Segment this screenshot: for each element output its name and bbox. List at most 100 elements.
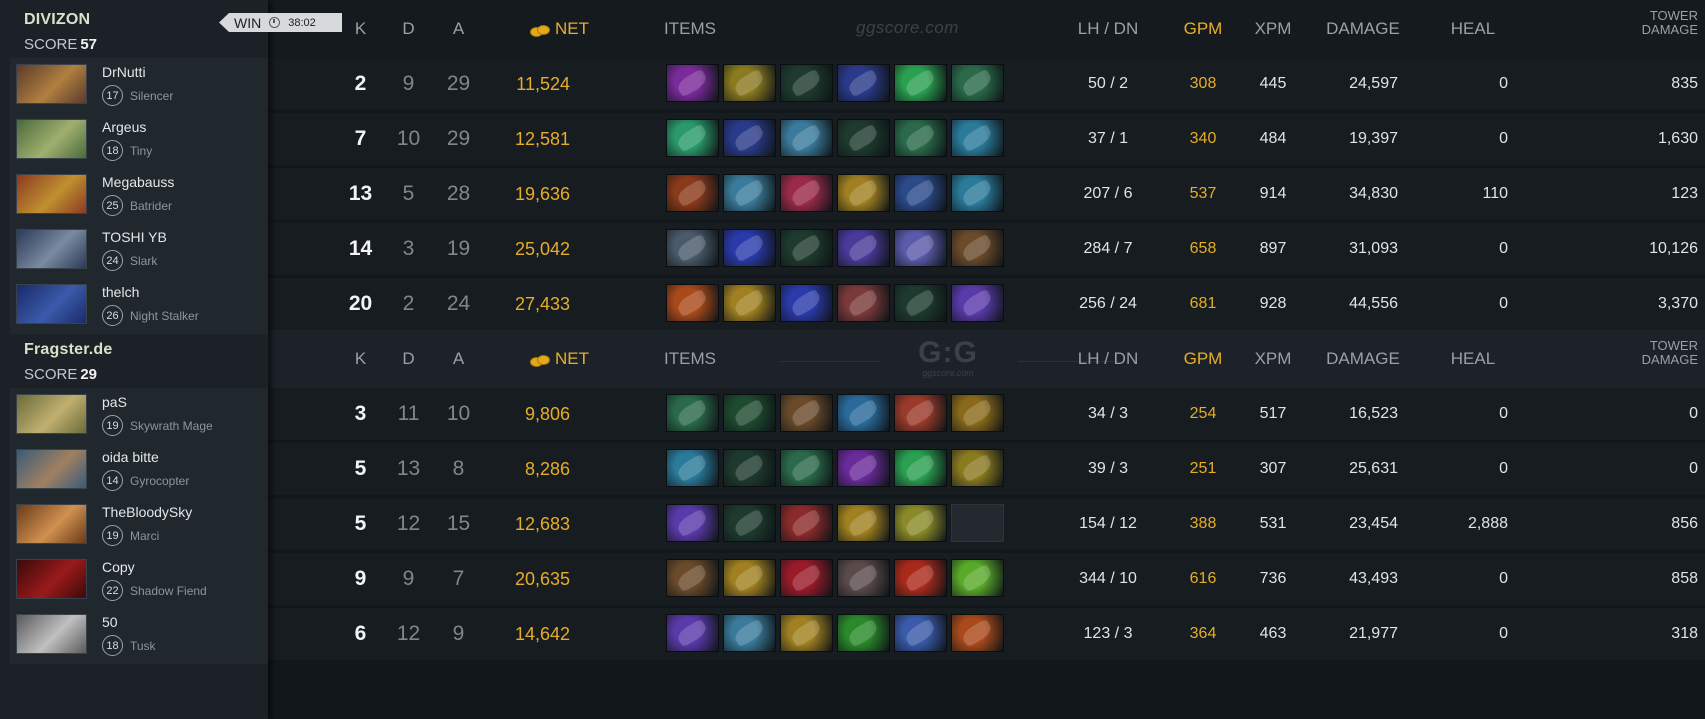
header-heal[interactable]: HEAL: [1418, 0, 1528, 58]
item-icon[interactable]: [951, 119, 1004, 157]
item-icon[interactable]: [894, 559, 947, 597]
header-damage[interactable]: DAMAGE: [1308, 0, 1418, 58]
header-xpm[interactable]: XPM: [1238, 330, 1308, 388]
header-net[interactable]: NET: [530, 330, 610, 388]
item-icon[interactable]: [723, 394, 776, 432]
player-name[interactable]: thelch: [102, 284, 139, 300]
player-name[interactable]: Copy: [102, 559, 135, 575]
header-k[interactable]: K: [338, 0, 383, 58]
header-lh-dn[interactable]: LH / DN: [1038, 0, 1178, 58]
item-icon[interactable]: [951, 449, 1004, 487]
item-icon[interactable]: [780, 174, 833, 212]
item-icon[interactable]: [666, 229, 719, 267]
player-card[interactable]: TheBloodySky 19 Marci: [10, 498, 268, 554]
player-name[interactable]: DrNutti: [102, 64, 146, 80]
item-icon[interactable]: [666, 614, 719, 652]
item-icon[interactable]: [723, 504, 776, 542]
item-icon[interactable]: [666, 559, 719, 597]
item-icon[interactable]: [894, 449, 947, 487]
player-name[interactable]: Argeus: [102, 119, 146, 135]
hero-portrait[interactable]: [16, 394, 87, 434]
hero-portrait[interactable]: [16, 284, 87, 324]
header-k[interactable]: K: [338, 330, 383, 388]
hero-portrait[interactable]: [16, 614, 87, 654]
header-a[interactable]: A: [436, 0, 481, 58]
item-icon[interactable]: [837, 119, 890, 157]
header-tower-damage[interactable]: TOWER DAMAGE: [1608, 0, 1698, 58]
item-icon[interactable]: [951, 284, 1004, 322]
item-icon[interactable]: [723, 284, 776, 322]
item-icon[interactable]: [951, 174, 1004, 212]
item-icon[interactable]: [837, 614, 890, 652]
item-icon[interactable]: [837, 504, 890, 542]
hero-portrait[interactable]: [16, 229, 87, 269]
item-icon[interactable]: [951, 229, 1004, 267]
hero-portrait[interactable]: [16, 119, 87, 159]
item-icon[interactable]: [780, 449, 833, 487]
player-card[interactable]: paS 19 Skywrath Mage: [10, 388, 268, 444]
player-card[interactable]: Copy 22 Shadow Fiend: [10, 553, 268, 609]
item-icon[interactable]: [951, 394, 1004, 432]
item-icon[interactable]: [723, 449, 776, 487]
item-icon[interactable]: [894, 614, 947, 652]
item-icon[interactable]: [723, 614, 776, 652]
item-icon[interactable]: [780, 504, 833, 542]
header-d[interactable]: D: [386, 330, 431, 388]
item-icon[interactable]: [780, 284, 833, 322]
item-icon[interactable]: [894, 174, 947, 212]
item-icon[interactable]: [951, 559, 1004, 597]
item-icon[interactable]: [666, 394, 719, 432]
item-icon[interactable]: [666, 174, 719, 212]
header-d[interactable]: D: [386, 0, 431, 58]
item-icon[interactable]: [894, 64, 947, 102]
hero-portrait[interactable]: [16, 174, 87, 214]
item-icon[interactable]: [723, 229, 776, 267]
item-icon[interactable]: [837, 174, 890, 212]
header-net[interactable]: NET: [530, 0, 610, 58]
item-icon[interactable]: [780, 614, 833, 652]
player-name[interactable]: TheBloodySky: [102, 504, 192, 520]
hero-portrait[interactable]: [16, 449, 87, 489]
item-icon[interactable]: [951, 614, 1004, 652]
header-a[interactable]: A: [436, 330, 481, 388]
item-icon[interactable]: [837, 64, 890, 102]
hero-portrait[interactable]: [16, 64, 87, 104]
item-icon[interactable]: [894, 119, 947, 157]
item-icon[interactable]: [780, 229, 833, 267]
item-icon[interactable]: [894, 284, 947, 322]
item-icon[interactable]: [723, 559, 776, 597]
item-icon[interactable]: [666, 64, 719, 102]
item-icon[interactable]: [837, 229, 890, 267]
player-card[interactable]: TOSHI YB 24 Slark: [10, 223, 268, 279]
player-name[interactable]: paS: [102, 394, 127, 410]
header-damage[interactable]: DAMAGE: [1308, 330, 1418, 388]
player-card[interactable]: Megabauss 25 Batrider: [10, 168, 268, 224]
player-card[interactable]: DrNutti 17 Silencer: [10, 58, 268, 114]
item-icon[interactable]: [837, 394, 890, 432]
item-icon[interactable]: [951, 64, 1004, 102]
player-card[interactable]: oida bitte 14 Gyrocopter: [10, 443, 268, 499]
item-icon[interactable]: [894, 504, 947, 542]
item-icon[interactable]: [666, 504, 719, 542]
item-icon[interactable]: [666, 449, 719, 487]
header-heal[interactable]: HEAL: [1418, 330, 1528, 388]
header-xpm[interactable]: XPM: [1238, 0, 1308, 58]
player-name[interactable]: Megabauss: [102, 174, 174, 190]
header-tower-damage[interactable]: TOWER DAMAGE: [1608, 330, 1698, 388]
header-gpm[interactable]: GPM: [1168, 0, 1238, 58]
item-icon[interactable]: [894, 394, 947, 432]
item-icon[interactable]: [723, 174, 776, 212]
player-name[interactable]: 50: [102, 614, 118, 630]
player-card[interactable]: 50 18 Tusk: [10, 608, 268, 664]
player-name[interactable]: oida bitte: [102, 449, 159, 465]
item-icon[interactable]: [837, 559, 890, 597]
header-gpm[interactable]: GPM: [1168, 330, 1238, 388]
item-icon[interactable]: [666, 119, 719, 157]
item-icon[interactable]: [780, 64, 833, 102]
item-icon[interactable]: [837, 449, 890, 487]
item-icon[interactable]: [723, 64, 776, 102]
player-name[interactable]: TOSHI YB: [102, 229, 167, 245]
hero-portrait[interactable]: [16, 504, 87, 544]
player-card[interactable]: Argeus 18 Tiny: [10, 113, 268, 169]
item-icon[interactable]: [894, 229, 947, 267]
